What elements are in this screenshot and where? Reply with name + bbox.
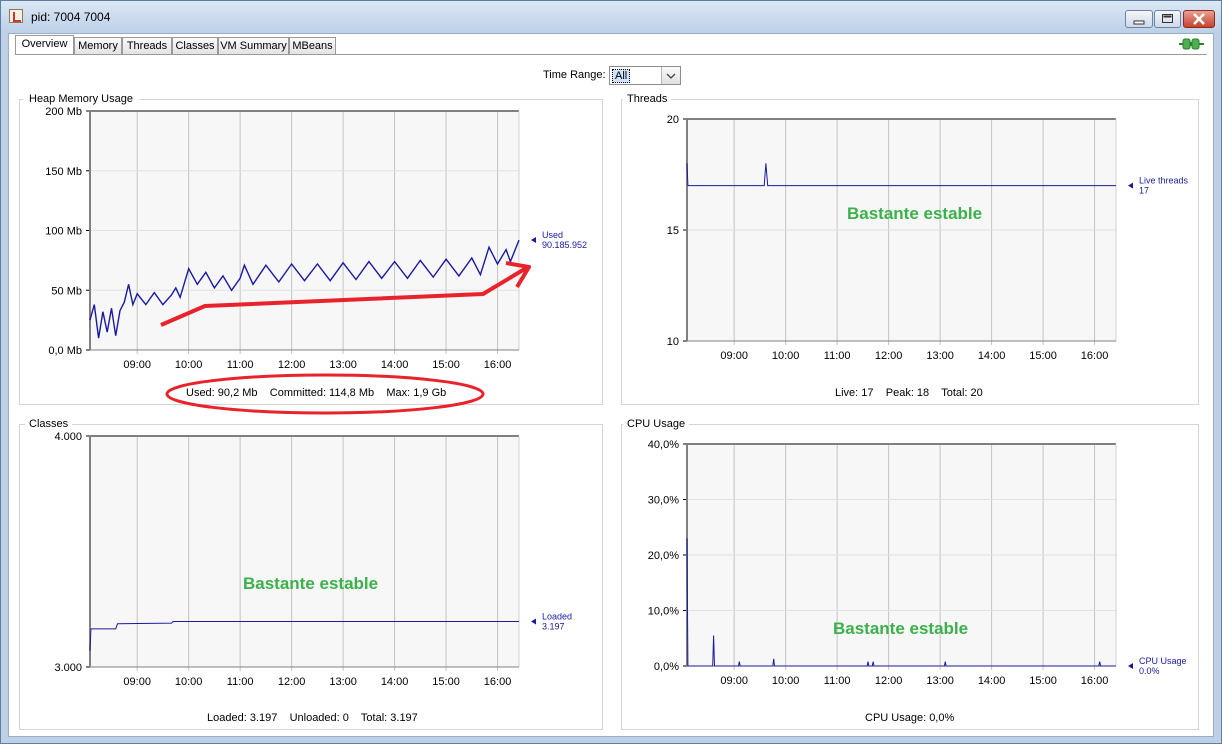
java-app-icon bbox=[9, 9, 23, 23]
window-title: pid: 7004 7004 bbox=[31, 10, 111, 24]
x-tick-label: 09:00 bbox=[720, 675, 748, 687]
legend-marker-icon bbox=[1128, 663, 1133, 669]
maximize-button[interactable] bbox=[1154, 10, 1181, 28]
y-tick-label: 0,0% bbox=[654, 661, 679, 673]
x-tick-label: 16:00 bbox=[1081, 675, 1109, 687]
x-tick-label: 10:00 bbox=[772, 675, 800, 687]
close-icon bbox=[1193, 13, 1205, 25]
x-tick-label: 15:00 bbox=[1029, 675, 1057, 687]
y-tick-label: 30,0% bbox=[648, 495, 679, 507]
title-bar[interactable]: pid: 7004 7004 bbox=[1, 1, 1221, 33]
main-content: Overview Memory Threads Classes VM Summa… bbox=[8, 33, 1214, 737]
y-tick-label: 10,0% bbox=[648, 606, 679, 618]
app-window: pid: 7004 7004 Overview Memory Threads C… bbox=[0, 0, 1222, 744]
maximize-icon bbox=[1162, 14, 1173, 23]
x-tick-label: 12:00 bbox=[875, 675, 903, 687]
minimize-button[interactable] bbox=[1125, 10, 1153, 28]
legend-series-value: 0.0% bbox=[1139, 666, 1160, 676]
x-tick-label: 11:00 bbox=[824, 675, 851, 687]
y-tick-label: 20,0% bbox=[648, 550, 679, 562]
x-tick-label: 13:00 bbox=[926, 675, 954, 687]
y-tick-label: 40,0% bbox=[648, 439, 679, 451]
x-tick-label: 14:00 bbox=[978, 675, 1006, 687]
cpu-note: Bastante estable bbox=[833, 619, 969, 638]
cpu-chart: 09:00 10:00 11:00 12:00 13:00 14:00 15:00 16:00… bbox=[648, 439, 1187, 687]
close-button[interactable] bbox=[1183, 10, 1215, 28]
minimize-icon bbox=[1133, 20, 1145, 25]
cpu-summary: CPU Usage: 0,0% bbox=[865, 712, 955, 724]
legend-series-name: CPU Usage bbox=[1139, 656, 1187, 666]
